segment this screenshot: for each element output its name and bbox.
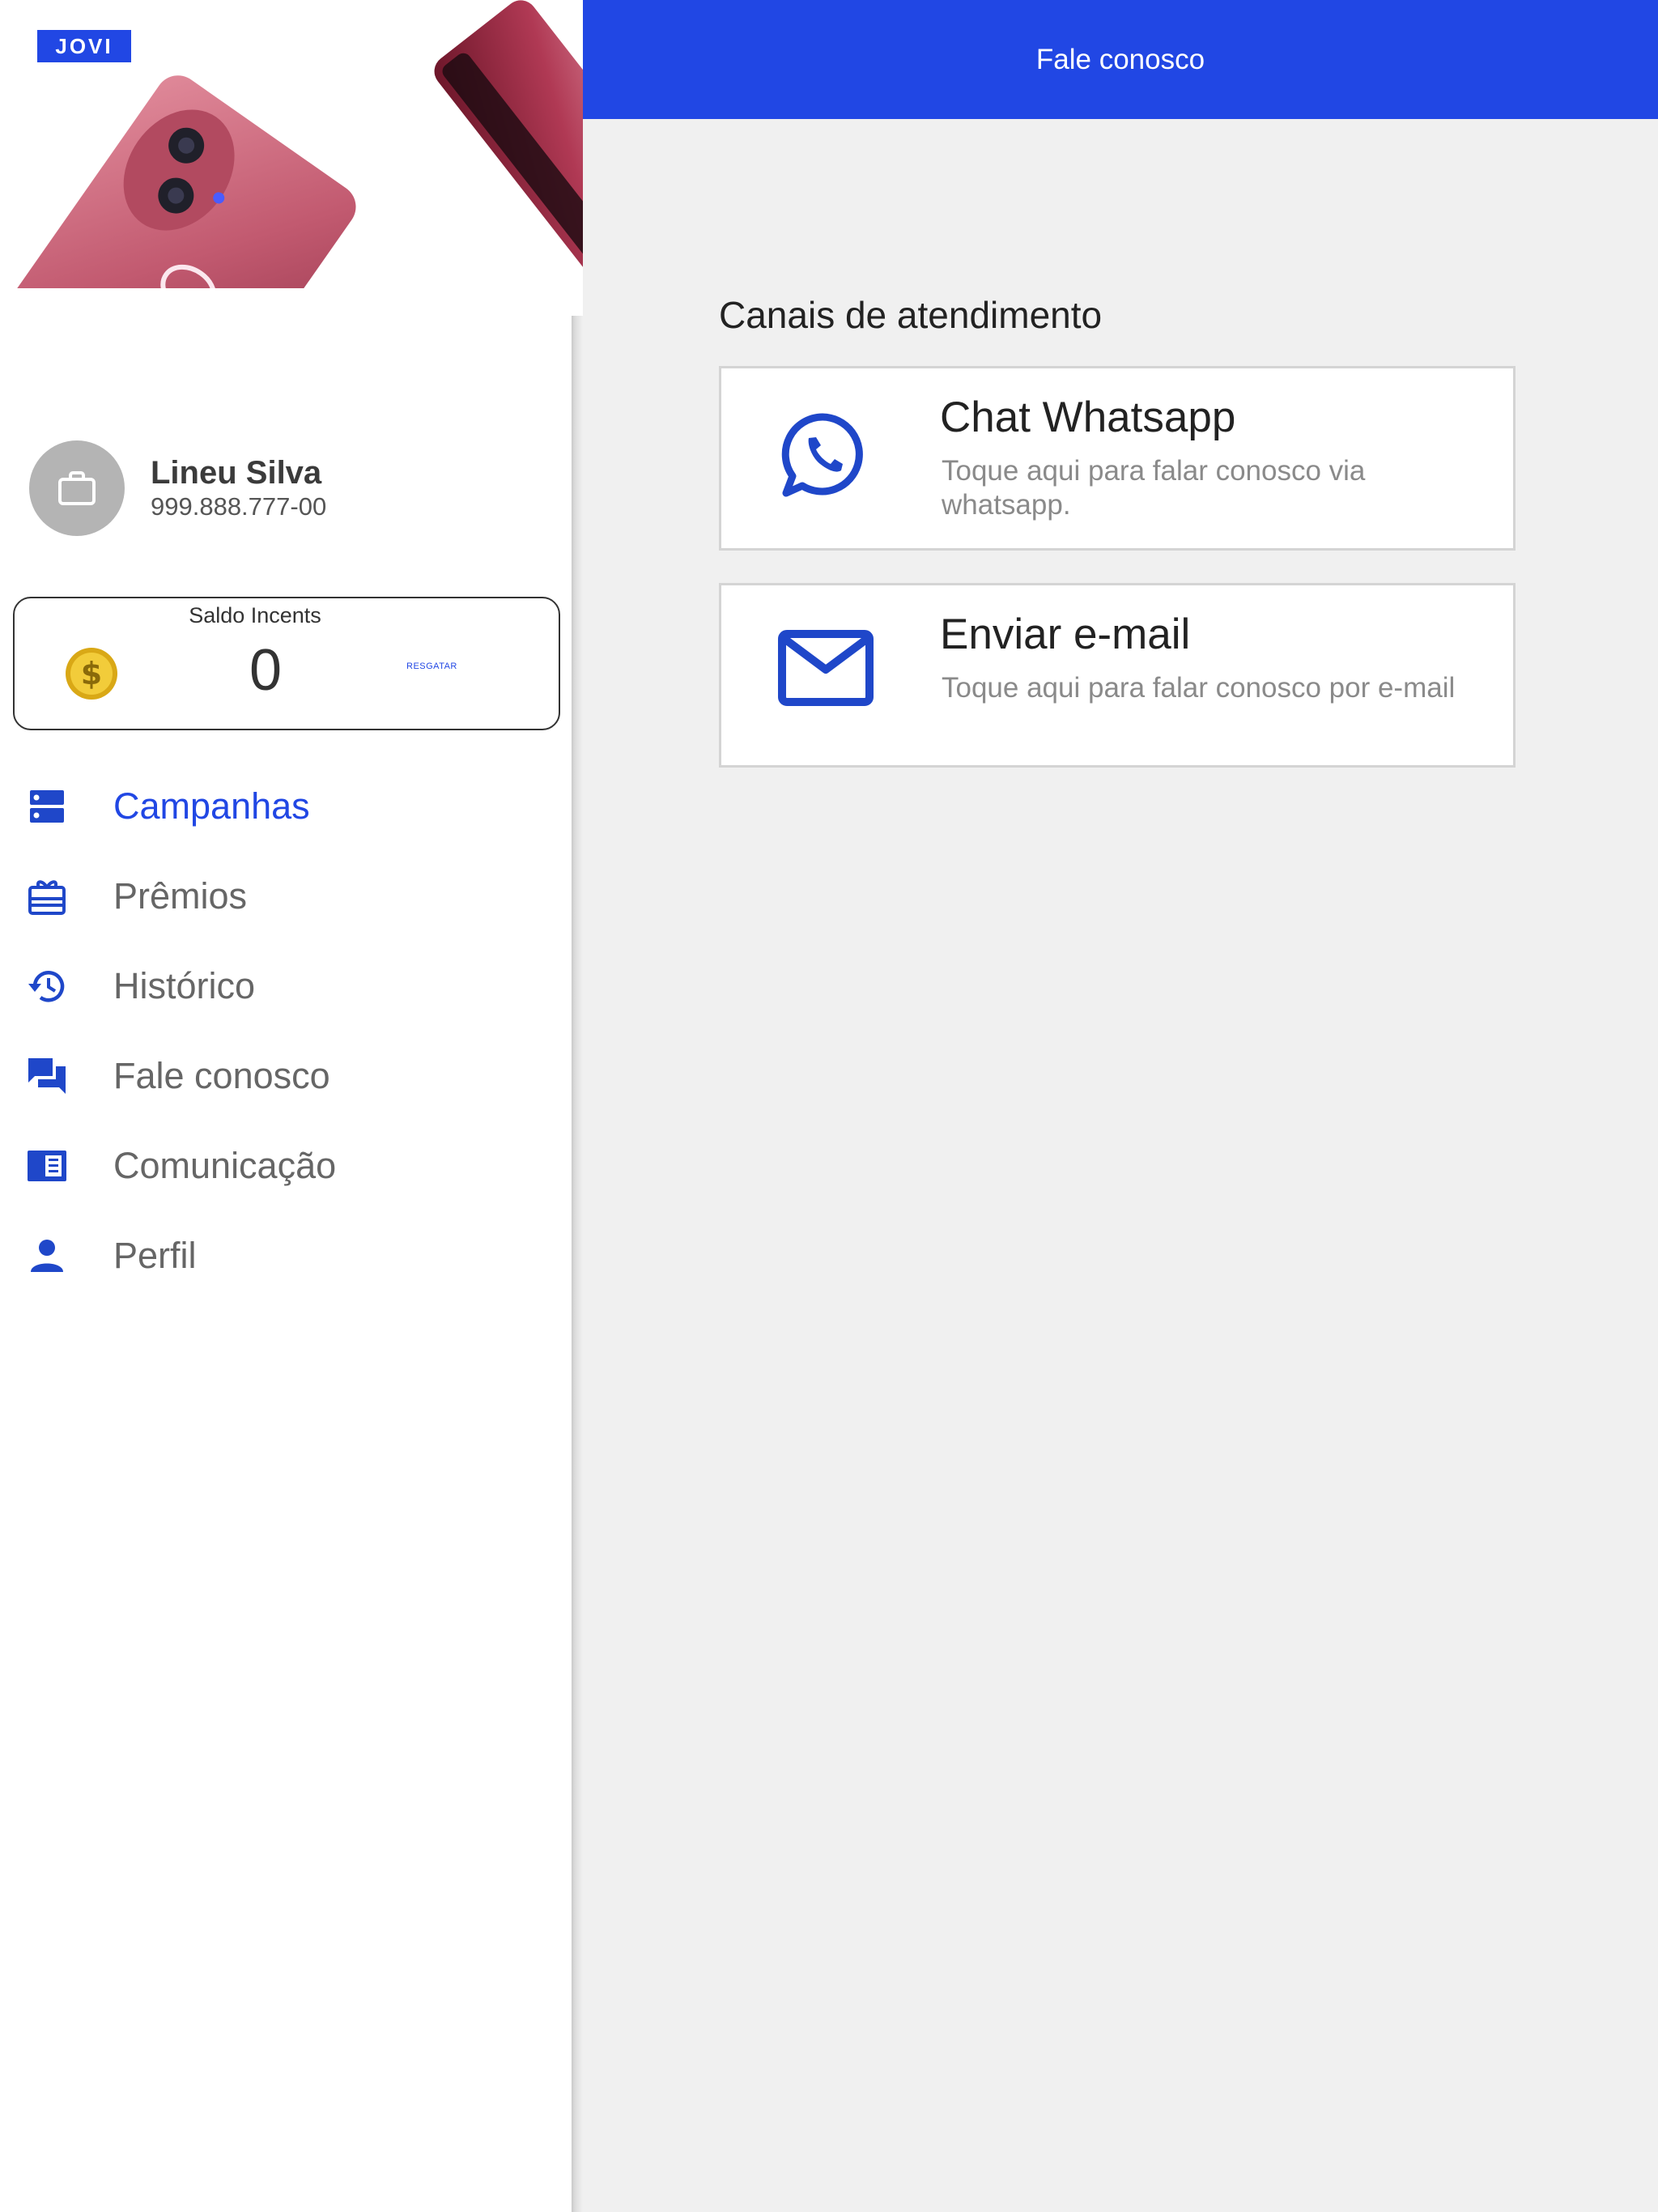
menu-label: Perfil: [113, 1234, 197, 1276]
campaigns-icon: [30, 789, 64, 823]
menu-item-perfil[interactable]: Perfil: [0, 1210, 567, 1300]
redeem-button[interactable]: RESGATAR: [406, 661, 457, 671]
menu-label: Fale conosco: [113, 1054, 330, 1096]
channel-title: Enviar e-mail: [940, 610, 1191, 658]
drawer-menu: Campanhas Prêmios Histórico Fale conosco…: [0, 761, 567, 1300]
newspaper-icon: [28, 1150, 66, 1181]
balance-label: Saldo Incents: [189, 603, 321, 627]
drawer-shadow-divider: [572, 316, 583, 2212]
menu-label: Prêmios: [113, 874, 248, 917]
menu-item-comunicacao[interactable]: Comunicação: [0, 1121, 567, 1210]
gift-card-icon: [28, 879, 66, 915]
user-profile[interactable]: Lineu Silva 999.888.777-00: [29, 440, 326, 536]
menu-label: Histórico: [113, 964, 256, 1006]
drawer-header-banner: JOVI: [0, 0, 583, 288]
menu-item-historico[interactable]: Histórico: [0, 941, 567, 1031]
navigation-drawer: JOVI Lineu Silva 999.888.777-00 Saldo In…: [0, 0, 583, 2212]
user-name: Lineu Silva: [151, 455, 322, 491]
whatsapp-icon: [781, 413, 863, 497]
briefcase-icon: [58, 471, 96, 505]
chat-icon: [28, 1057, 66, 1094]
balance-card: Saldo Incents $ 0 RESGATAR: [13, 597, 560, 730]
whatsapp-channel-card[interactable]: Chat Whatsapp Toque aqui para falar cono…: [719, 366, 1516, 551]
app-bar: Fale conosco: [583, 0, 1658, 119]
balance-value: 0: [249, 638, 283, 703]
person-icon: [31, 1239, 63, 1272]
email-channel-card[interactable]: Enviar e-mail Toque aqui para falar cono…: [719, 583, 1516, 768]
channel-title: Chat Whatsapp: [940, 393, 1236, 441]
menu-item-campanhas[interactable]: Campanhas: [0, 761, 567, 851]
history-icon: [28, 970, 65, 1002]
profile-text: Lineu Silva 999.888.777-00: [151, 454, 326, 522]
section-title: Canais de atendimento: [719, 294, 1103, 336]
menu-label: Comunicação: [113, 1144, 337, 1186]
coin-icon: $: [66, 648, 117, 700]
brand-logo: JOVI: [37, 30, 131, 62]
mail-icon: [778, 630, 874, 706]
menu-item-fale-conosco[interactable]: Fale conosco: [0, 1031, 567, 1121]
channel-description: Toque aqui para falar conosco por e-mail: [942, 672, 1456, 704]
menu-label: Campanhas: [113, 785, 310, 827]
channel-description: Toque aqui para falar conosco via whatsa…: [942, 455, 1366, 521]
svg-text:$: $: [81, 656, 102, 691]
page-title: Fale conosco: [1035, 43, 1205, 75]
user-document: 999.888.777-00: [151, 492, 327, 521]
avatar: [29, 440, 125, 536]
menu-item-premios[interactable]: Prêmios: [0, 851, 567, 941]
